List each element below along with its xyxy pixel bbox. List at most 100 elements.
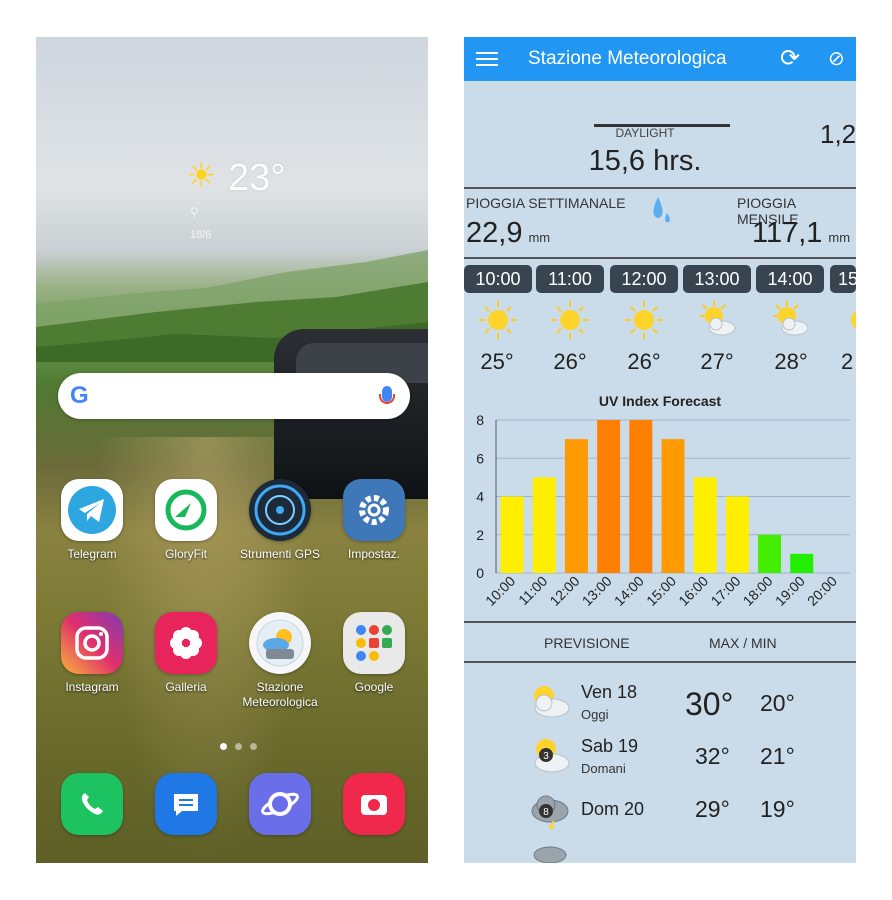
app-telegram[interactable]: Telegram [47,479,137,562]
partly-cloudy-icon [773,301,809,336]
settings-icon [343,479,405,541]
phone-icon [61,773,123,835]
raindrop-icon [653,197,670,223]
widget-temperature: 23° [228,157,286,199]
app-label: Google [354,680,394,694]
camera-icon [343,773,405,835]
widget-date: 18/6 [190,229,212,241]
app-label: Telegram [67,547,117,561]
forecast-max: 32° [695,743,730,769]
internet-icon [249,773,311,835]
hour-chip: 10:00 [464,265,532,293]
x-tick-label: 19:00 [772,573,808,609]
daylight-value: 15,6 hrs. [588,145,702,177]
uv-bar [725,496,749,573]
weekly-rain-value: 22,9 mm [466,217,551,249]
y-tick-label: 4 [476,489,484,505]
location-pin-icon: ⚲ [190,205,199,219]
telegram-icon [61,479,123,541]
forecast-subday: Oggi [581,707,609,722]
sun-icon: ☀ [186,157,217,195]
forecast-day: Dom 20 [581,799,645,819]
divider [464,661,856,663]
weather-station-icon [249,612,311,674]
hour-temperature: 26° [627,349,661,374]
app-stazione-meteorologica[interactable]: Stazione Meteorologica [235,612,325,710]
x-tick-label: 11:00 [515,573,551,609]
uv-badge: 8 [543,807,549,818]
x-tick-label: 12:00 [546,573,582,609]
weekly-rain-label: PIOGGIA SETTIMANALE [466,195,626,211]
uv-index-chart: 0 2 4 6 8 10:0011:0012:0013:0014:0015:0016:00… [476,412,850,609]
app-label: Stazione Meteorologica [242,680,318,709]
dock-camera[interactable] [329,773,419,835]
screen-rotation-icon[interactable]: ⊘ [828,46,845,71]
hourly-strip[interactable]: 10:00 11:00 12:00 13:00 14:00 15 [464,265,856,293]
sun-icon [479,301,517,339]
gallery-icon [155,612,217,674]
x-tick-label: 10:00 [482,573,518,609]
divider [464,257,856,259]
hour-chip: 12:00 [610,265,678,293]
dock-internet[interactable] [235,773,325,835]
app-impostazioni[interactable]: Impostaz. [329,479,419,562]
uv-bar [693,477,717,573]
dock-phone[interactable] [47,773,137,835]
storm-cloud-icon: 8 [531,795,569,829]
x-tick-label: 14:00 [611,573,647,609]
hour-temperature: 2 [841,349,854,374]
hour-temperature: 27° [700,349,734,374]
sun-icon [851,311,856,329]
hour-chip: 15 [830,265,856,293]
page-indicator[interactable] [216,737,261,755]
weather-app-screen: Stazione Meteorologica ⟳ ⊘ DAYLIGHT 15,6… [464,37,856,863]
hour-chip: 11:00 [536,265,604,293]
app-label: Galleria [165,680,207,694]
app-gloryfit[interactable]: GloryFit [141,479,231,562]
app-instagram[interactable]: Instagram [47,612,137,695]
uv-bar [500,496,524,573]
uv-bar [790,553,814,573]
app-strumenti-gps[interactable]: Strumenti GPS [235,479,325,562]
uv-bar [597,420,621,573]
x-tick-label: 13:00 [579,573,615,609]
monthly-rain-unit: mm [828,230,851,245]
hour-temperature: 26° [553,349,587,374]
app-label: Strumenti GPS [239,547,321,561]
hour-chip: 13:00 [683,265,751,293]
maxmin-header-label: MAX / MIN [709,635,777,651]
refresh-icon[interactable]: ⟳ [780,44,800,73]
uv-bar [564,439,588,573]
partly-cloudy-uv-icon: 3 [534,739,570,773]
hour-temperature: 28° [774,349,808,374]
uv-badge: 3 [543,751,549,762]
forecast-day: Ven 18 [581,682,638,702]
google-search-bar[interactable]: G [58,373,410,419]
microphone-icon[interactable] [379,386,395,404]
app-label: Impostaz. [347,547,401,561]
messages-icon [155,773,217,835]
next-panel-value: 1,2 [820,119,856,149]
app-title: Stazione Meteorologica [528,48,727,69]
monthly-rain-value: 117,1 mm [752,217,851,249]
sun-icon [625,301,663,339]
dock-messages[interactable] [141,773,231,835]
divider [464,621,856,623]
app-toolbar: Stazione Meteorologica ⟳ ⊘ [464,37,856,81]
weekly-rain-unit: mm [528,230,551,245]
uv-bar [758,534,782,573]
daylight-label: DAYLIGHT [615,126,675,140]
forecast-max: 30° [685,686,734,722]
app-galleria[interactable]: Galleria [141,612,231,695]
hamburger-menu-icon[interactable] [476,49,498,67]
hour-chip: 14:00 [756,265,824,293]
x-tick-label: 20:00 [804,573,840,609]
y-tick-label: 0 [476,565,484,581]
app-label: GloryFit [165,547,207,561]
app-google-folder[interactable]: Google [329,612,419,695]
x-tick-label: 16:00 [675,573,711,609]
forecast-subday: Domani [581,761,626,776]
forecast-day: Sab 19 [581,736,639,756]
forecast-max: 29° [695,796,730,822]
cloud-icon [533,846,567,863]
